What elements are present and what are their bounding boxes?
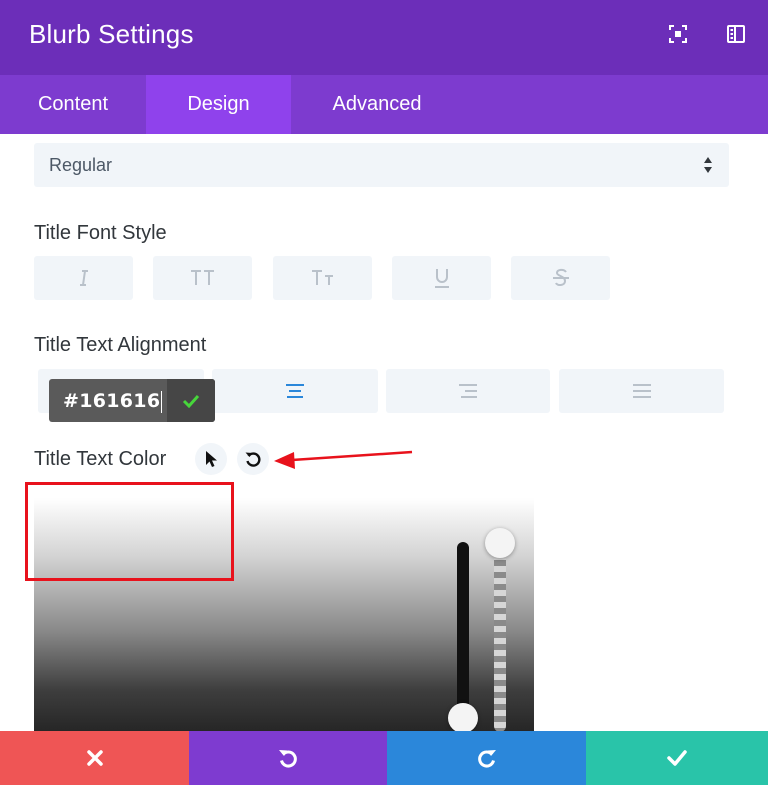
hex-color-value: #161616 — [63, 390, 163, 413]
capitalize-icon — [311, 270, 333, 285]
align-center-button[interactable] — [212, 369, 378, 413]
opacity-slider-handle[interactable] — [485, 528, 515, 558]
checkmark-icon — [182, 394, 200, 408]
font-weight-value: Regular — [49, 154, 113, 175]
cancel-button[interactable] — [0, 731, 189, 785]
title-font-style-label: Title Font Style — [34, 222, 167, 244]
select-arrows-icon — [704, 157, 712, 173]
sidebar-layout-icon[interactable] — [724, 22, 748, 46]
underline-button[interactable] — [392, 256, 491, 300]
strikethrough-button[interactable] — [511, 256, 610, 300]
font-weight-select[interactable]: Regular — [34, 143, 729, 187]
redo-icon — [477, 750, 496, 768]
hex-confirm-button[interactable] — [167, 379, 215, 422]
align-justify-button[interactable] — [559, 369, 724, 413]
undo-icon — [279, 750, 297, 768]
reset-color-button[interactable] — [237, 443, 269, 475]
title-text-alignment-label: Title Text Alignment — [34, 334, 207, 356]
italic-icon — [79, 270, 88, 286]
focus-mode-icon[interactable] — [666, 22, 690, 46]
italic-button[interactable] — [34, 256, 133, 300]
align-right-button[interactable] — [386, 369, 550, 413]
close-icon — [86, 750, 103, 766]
settings-panel: Regular Title Font Style Title Text Alig… — [0, 134, 768, 731]
save-check-icon — [667, 750, 687, 766]
uppercase-icon — [190, 270, 214, 285]
modal-footer — [0, 731, 768, 785]
hover-state-button[interactable] — [195, 443, 227, 475]
reset-icon — [245, 452, 261, 467]
capitalize-button[interactable] — [273, 256, 372, 300]
align-center-icon — [286, 384, 304, 398]
tab-content[interactable]: Content — [0, 75, 146, 134]
align-right-icon — [459, 384, 477, 398]
modal-title: Blurb Settings — [29, 19, 194, 49]
modal-header: Blurb Settings — [0, 0, 768, 75]
tab-design[interactable]: Design — [146, 75, 291, 134]
save-button[interactable] — [586, 731, 768, 785]
align-justify-icon — [632, 384, 651, 398]
hue-slider-handle[interactable] — [448, 703, 478, 731]
redo-button[interactable] — [387, 731, 586, 785]
uppercase-button[interactable] — [153, 256, 252, 300]
tab-bar: Content Design Advanced — [0, 75, 768, 134]
color-opacity-slider[interactable] — [494, 542, 506, 731]
title-text-color-label: Title Text Color — [34, 448, 167, 470]
hex-color-input[interactable]: #161616 — [49, 379, 215, 422]
cursor-pointer-icon — [206, 451, 217, 467]
undo-button[interactable] — [189, 731, 387, 785]
tab-advanced[interactable]: Advanced — [291, 75, 463, 134]
strikethrough-icon — [552, 268, 569, 287]
underline-icon — [434, 269, 449, 288]
